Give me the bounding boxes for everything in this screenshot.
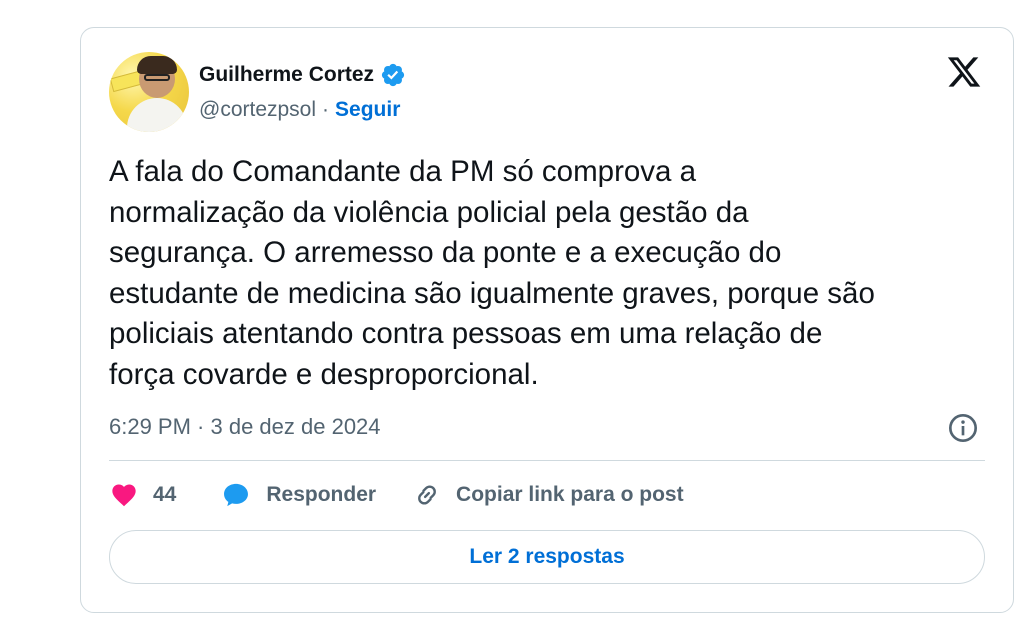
tweet-actions: 44 Responder Copiar link para o post xyxy=(109,480,684,510)
link-icon xyxy=(418,485,436,505)
author-handle[interactable]: @cortezpsol xyxy=(199,98,316,122)
copy-link-label: Copiar link para o post xyxy=(456,483,684,506)
copy-link-button[interactable]: Copiar link para o post xyxy=(412,480,684,510)
verified-badge-icon xyxy=(381,63,405,87)
avatar-body xyxy=(127,98,187,132)
avatar[interactable] xyxy=(109,52,189,132)
tweet-timestamp[interactable]: 6:29 PM · 3 de dez de 2024 xyxy=(109,414,381,440)
handle-separator: · xyxy=(322,98,330,121)
author-handle-row: @cortezpsol · Seguir xyxy=(199,98,400,122)
author-name[interactable]: Guilherme Cortez xyxy=(199,63,374,87)
like-count: 44 xyxy=(153,483,177,506)
divider xyxy=(109,460,985,461)
avatar-hair xyxy=(137,56,177,74)
follow-link[interactable]: Seguir xyxy=(335,98,400,122)
info-icon[interactable] xyxy=(947,412,979,444)
author-name-row: Guilherme Cortez xyxy=(199,62,406,88)
read-replies-button[interactable]: Ler 2 respostas xyxy=(109,530,985,584)
heart-icon xyxy=(112,484,136,507)
like-button[interactable]: 44 xyxy=(109,481,176,509)
reply-label: Responder xyxy=(266,483,377,506)
speech-bubble-icon xyxy=(224,483,249,507)
avatar-glasses xyxy=(144,74,170,81)
tweet-text: A fala do Comandante da PM só comprova a… xyxy=(109,155,875,391)
reply-button[interactable]: Responder xyxy=(220,481,376,509)
x-logo-icon[interactable] xyxy=(945,54,983,90)
embedded-tweet-card: Guilherme Cortez @cortezpsol · Seguir A … xyxy=(80,27,1014,613)
